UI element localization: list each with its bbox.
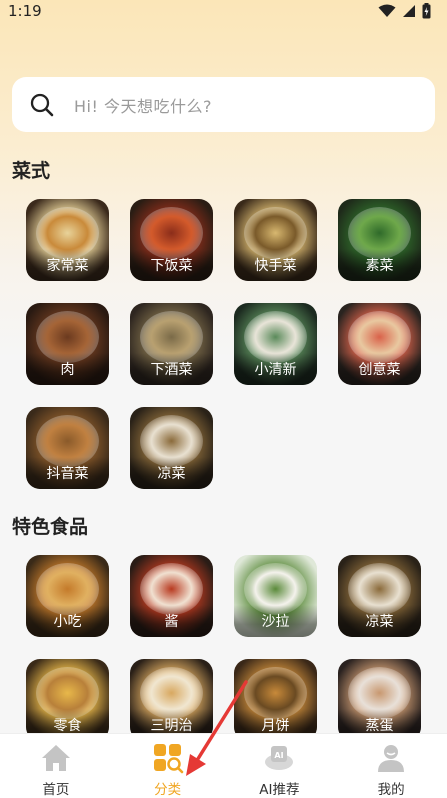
search-bar[interactable]: Hi! 今天想吃什么? bbox=[12, 77, 435, 132]
search-placeholder: Hi! 今天想吃什么? bbox=[74, 96, 212, 116]
category-tile-label: 小清新 bbox=[234, 353, 317, 385]
bottom-nav: 首页 分类 AI AI推荐 我的 bbox=[0, 733, 447, 798]
category-tile[interactable]: 下饭菜 bbox=[130, 199, 213, 281]
category-tile-label: 家常菜 bbox=[26, 249, 109, 281]
category-tile[interactable]: 蒸蛋 bbox=[338, 659, 421, 741]
nav-ai-label: AI推荐 bbox=[259, 782, 300, 798]
battery-icon bbox=[422, 3, 431, 19]
category-tile-label: 凉菜 bbox=[338, 605, 421, 637]
category-tile-label: 下饭菜 bbox=[130, 249, 213, 281]
category-tile[interactable]: 肉 bbox=[26, 303, 109, 385]
category-tile[interactable]: 零食 bbox=[26, 659, 109, 741]
category-tile-label: 沙拉 bbox=[234, 605, 317, 637]
category-icon bbox=[153, 744, 183, 774]
category-tile-label: 抖音菜 bbox=[26, 457, 109, 489]
category-tile[interactable]: 家常菜 bbox=[26, 199, 109, 281]
search-icon bbox=[30, 93, 54, 116]
category-tile[interactable]: 小吃 bbox=[26, 555, 109, 637]
status-time: 1:19 bbox=[8, 2, 42, 20]
category-tile[interactable]: 素菜 bbox=[338, 199, 421, 281]
nav-category[interactable]: 分类 bbox=[112, 734, 224, 798]
category-tile-label: 快手菜 bbox=[234, 249, 317, 281]
section-title-specialty: 特色食品 bbox=[12, 516, 89, 538]
profile-icon bbox=[378, 745, 405, 772]
ai-icon: AI bbox=[265, 746, 294, 770]
category-tile[interactable]: 小清新 bbox=[234, 303, 317, 385]
nav-home[interactable]: 首页 bbox=[0, 734, 112, 798]
svg-text:AI: AI bbox=[275, 751, 284, 760]
category-tile-label: 肉 bbox=[26, 353, 109, 385]
category-tile[interactable]: 凉菜 bbox=[130, 407, 213, 489]
category-tile[interactable]: 月饼 bbox=[234, 659, 317, 741]
category-tile-label: 酱 bbox=[130, 605, 213, 637]
category-tile-label: 创意菜 bbox=[338, 353, 421, 385]
nav-home-label: 首页 bbox=[42, 782, 70, 798]
nav-ai[interactable]: AI AI推荐 bbox=[224, 734, 336, 798]
section-title-dishes: 菜式 bbox=[12, 160, 51, 182]
status-icons bbox=[378, 3, 431, 19]
nav-profile-label: 我的 bbox=[377, 782, 405, 798]
category-tile-label: 凉菜 bbox=[130, 457, 213, 489]
category-tile[interactable]: 沙拉 bbox=[234, 555, 317, 637]
home-icon bbox=[41, 745, 70, 771]
category-tile[interactable]: 创意菜 bbox=[338, 303, 421, 385]
category-tile[interactable]: 快手菜 bbox=[234, 199, 317, 281]
category-tile-label: 下酒菜 bbox=[130, 353, 213, 385]
category-tile[interactable]: 酱 bbox=[130, 555, 213, 637]
signal-icon bbox=[403, 5, 415, 17]
category-tile[interactable]: 抖音菜 bbox=[26, 407, 109, 489]
category-tile[interactable]: 下酒菜 bbox=[130, 303, 213, 385]
category-tile[interactable]: 三明治 bbox=[130, 659, 213, 741]
nav-profile[interactable]: 我的 bbox=[335, 734, 447, 798]
nav-category-label: 分类 bbox=[154, 782, 182, 798]
category-tile[interactable]: 凉菜 bbox=[338, 555, 421, 637]
category-tile-label: 素菜 bbox=[338, 249, 421, 281]
category-tile-label: 小吃 bbox=[26, 605, 109, 637]
status-bar: 1:19 bbox=[0, 0, 447, 22]
wifi-icon bbox=[378, 4, 396, 17]
